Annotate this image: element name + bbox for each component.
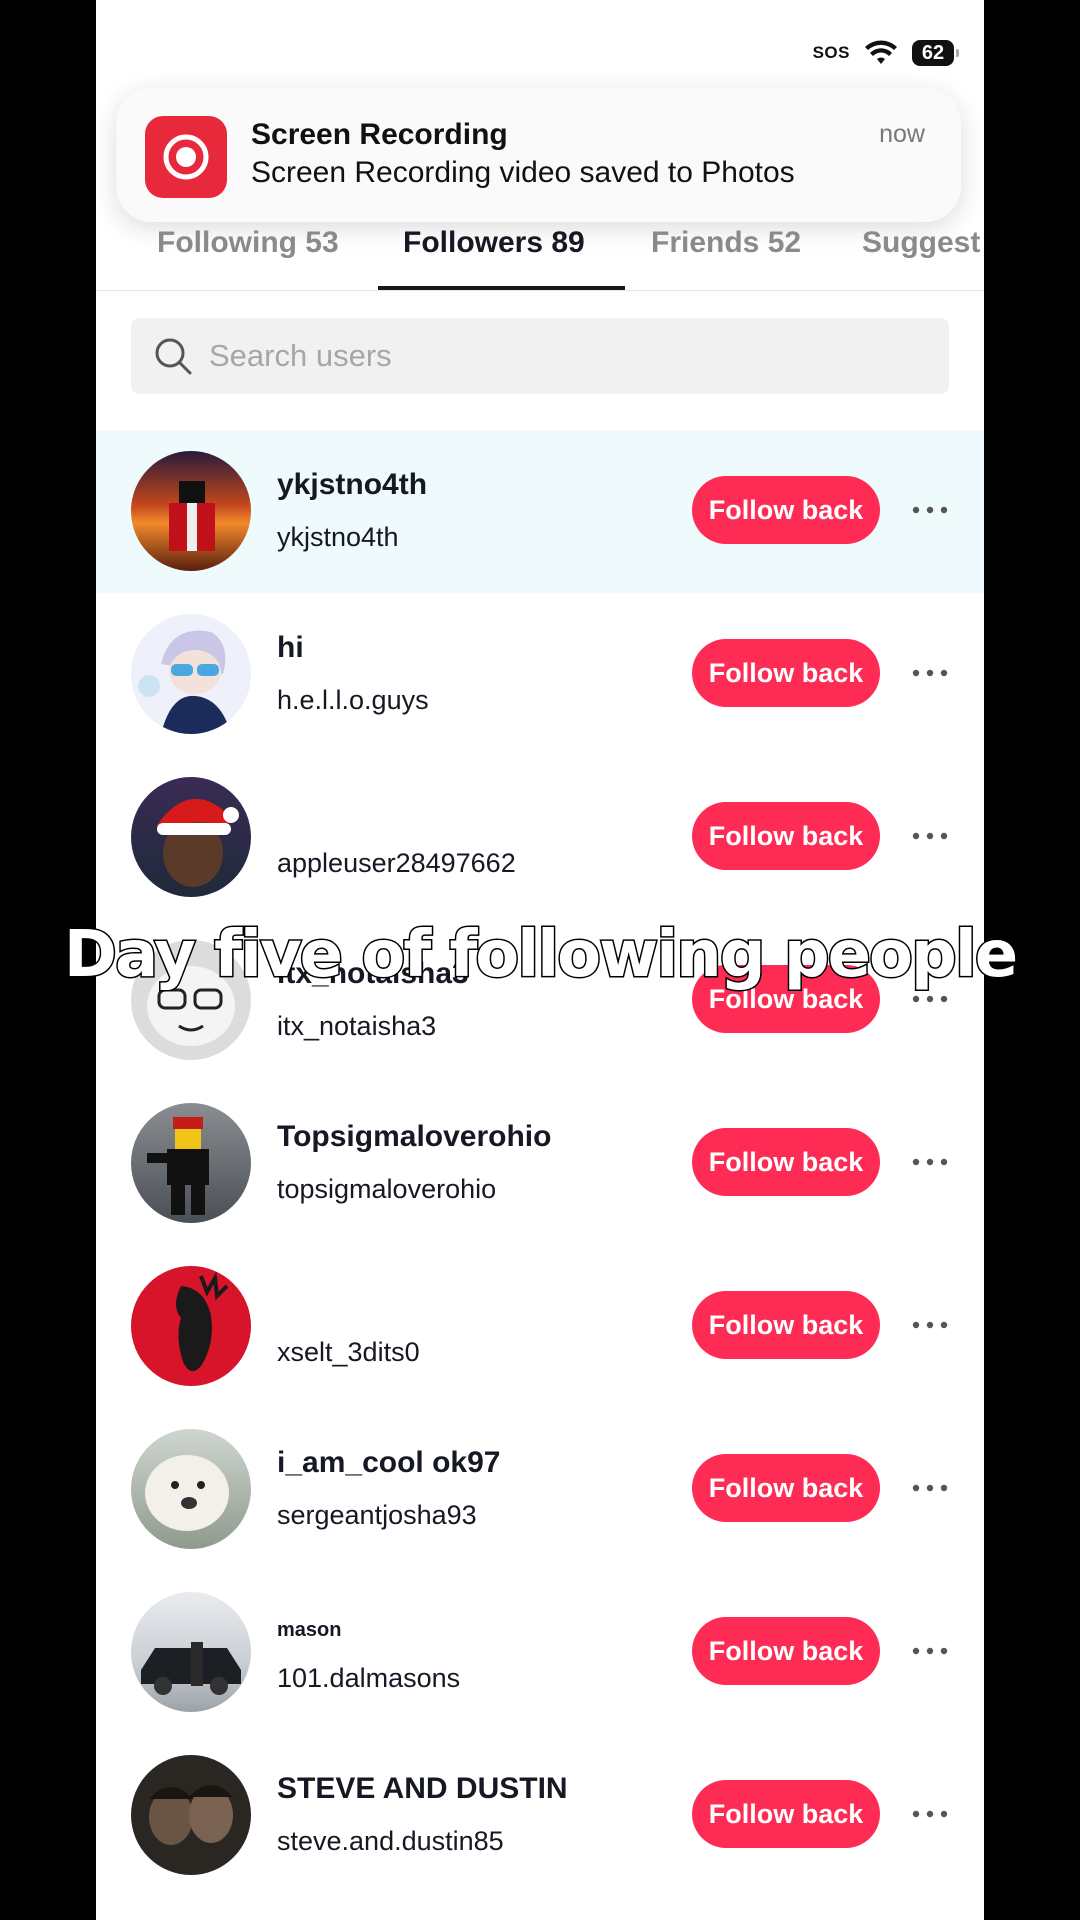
wifi-icon xyxy=(865,40,897,64)
list-item[interactable]: i_am_cool ok97 sergeantjosha93 Follow ba… xyxy=(96,1408,984,1571)
follow-back-button[interactable]: Follow back xyxy=(692,1617,880,1685)
follow-back-button[interactable]: Follow back xyxy=(692,1291,880,1359)
avatar[interactable] xyxy=(131,777,251,897)
user-handle: 101.dalmasons xyxy=(277,1663,461,1693)
user-handle: ykjstno4th xyxy=(277,522,399,552)
avatar[interactable] xyxy=(131,1429,251,1549)
status-bar: SOS 62 xyxy=(812,38,959,68)
more-options-icon[interactable] xyxy=(910,492,950,528)
screen-recording-notification[interactable]: Screen Recording Screen Recording video … xyxy=(116,88,961,222)
list-item[interactable]: mason 101.dalmasons Follow back xyxy=(96,1571,984,1734)
user-handle: h.e.l.l.o.guys xyxy=(277,685,429,715)
user-handle: steve.and.dustin85 xyxy=(277,1826,504,1856)
avatar[interactable] xyxy=(131,614,251,734)
user-handle: topsigmaloverohio xyxy=(277,1174,497,1204)
follow-back-button[interactable]: Follow back xyxy=(692,1454,880,1522)
tab-following[interactable]: Following 53 xyxy=(157,226,339,260)
tab-followers[interactable]: Followers 89 xyxy=(403,226,585,260)
more-options-icon[interactable] xyxy=(910,1796,950,1832)
notification-time: now xyxy=(879,120,925,148)
follow-back-button[interactable]: Follow back xyxy=(692,1780,880,1848)
search-input[interactable] xyxy=(207,337,911,375)
more-options-icon[interactable] xyxy=(910,818,950,854)
more-options-icon[interactable] xyxy=(910,655,950,691)
user-display-name: mason xyxy=(277,1619,342,1641)
user-display-name: STEVE AND DUSTIN xyxy=(277,1772,568,1805)
more-options-icon[interactable] xyxy=(910,1144,950,1180)
search-icon xyxy=(155,338,192,375)
user-handle: appleuser28497662 xyxy=(277,848,516,878)
avatar[interactable] xyxy=(131,451,251,571)
list-item[interactable]: Topsigmaloverohio topsigmaloverohio Foll… xyxy=(96,1082,984,1245)
list-item[interactable]: ykjstno4th ykjstno4th Follow back xyxy=(96,430,984,593)
avatar[interactable] xyxy=(131,1755,251,1875)
user-display-name: hi xyxy=(277,631,304,664)
screen-recording-icon xyxy=(145,116,227,198)
user-display-name: Topsigmaloverohio xyxy=(277,1120,552,1153)
followers-list: ykjstno4th ykjstno4th Follow back hi h.e… xyxy=(96,430,984,1897)
follow-back-button[interactable]: Follow back xyxy=(692,476,880,544)
user-handle: xselt_3dits0 xyxy=(277,1337,420,1367)
tab-friends[interactable]: Friends 52 xyxy=(651,226,801,260)
follow-back-button[interactable]: Follow back xyxy=(692,1128,880,1196)
list-item[interactable]: STEVE AND DUSTIN steve.and.dustin85 Foll… xyxy=(96,1734,984,1897)
tab-suggested[interactable]: Suggest xyxy=(862,226,980,260)
battery-icon: 62 xyxy=(912,40,959,66)
list-item[interactable]: hi h.e.l.l.o.guys Follow back xyxy=(96,593,984,756)
sos-indicator: SOS xyxy=(812,43,850,62)
active-tab-indicator xyxy=(378,286,625,290)
more-options-icon[interactable] xyxy=(910,1470,950,1506)
list-item[interactable]: appleuser28497662 Follow back xyxy=(96,756,984,919)
user-display-name: ykjstno4th xyxy=(277,468,428,501)
follow-tabs: Following 53 Followers 89 Friends 52 Sug… xyxy=(96,220,984,291)
notification-body: Screen Recording video saved to Photos xyxy=(251,156,795,189)
follow-back-button[interactable]: Follow back xyxy=(692,802,880,870)
avatar[interactable] xyxy=(131,1103,251,1223)
follow-back-button[interactable]: Follow back xyxy=(692,639,880,707)
user-display-name: i_am_cool ok97 xyxy=(277,1446,501,1479)
avatar[interactable] xyxy=(131,1592,251,1712)
more-options-icon[interactable] xyxy=(910,1307,950,1343)
user-handle: sergeantjosha93 xyxy=(277,1500,477,1530)
more-options-icon[interactable] xyxy=(910,1633,950,1669)
avatar[interactable] xyxy=(131,1266,251,1386)
video-caption-overlay: Day five of following people xyxy=(62,917,1019,994)
notification-title: Screen Recording xyxy=(251,118,508,151)
list-item[interactable]: xselt_3dits0 Follow back xyxy=(96,1245,984,1408)
search-bar[interactable] xyxy=(131,318,949,394)
user-handle: itx_notaisha3 xyxy=(277,1011,437,1041)
